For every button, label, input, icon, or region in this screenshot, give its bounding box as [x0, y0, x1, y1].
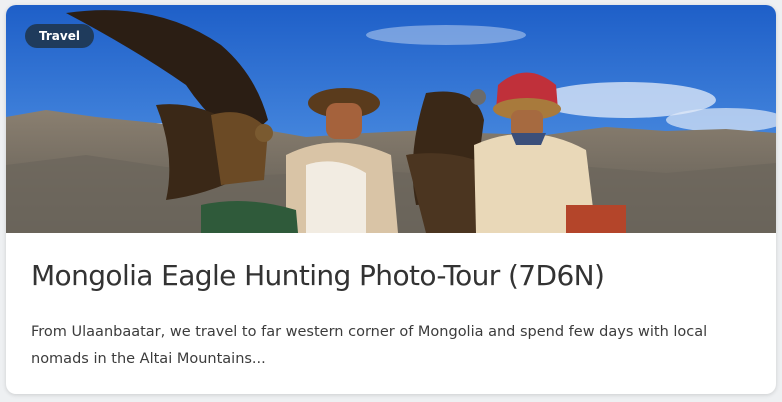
eagle-hunters-image — [6, 5, 776, 233]
category-badge[interactable]: Travel — [25, 24, 94, 48]
tour-description: From Ulaanbaatar, we travel to far weste… — [31, 324, 708, 367]
tour-card[interactable]: Travel Mongolia Eagle Hunting Photo-Tour… — [6, 5, 776, 394]
tour-title[interactable]: Mongolia Eagle Hunting Photo-Tour (7D6N) — [31, 259, 605, 292]
hero-photo[interactable]: Travel — [6, 5, 776, 233]
